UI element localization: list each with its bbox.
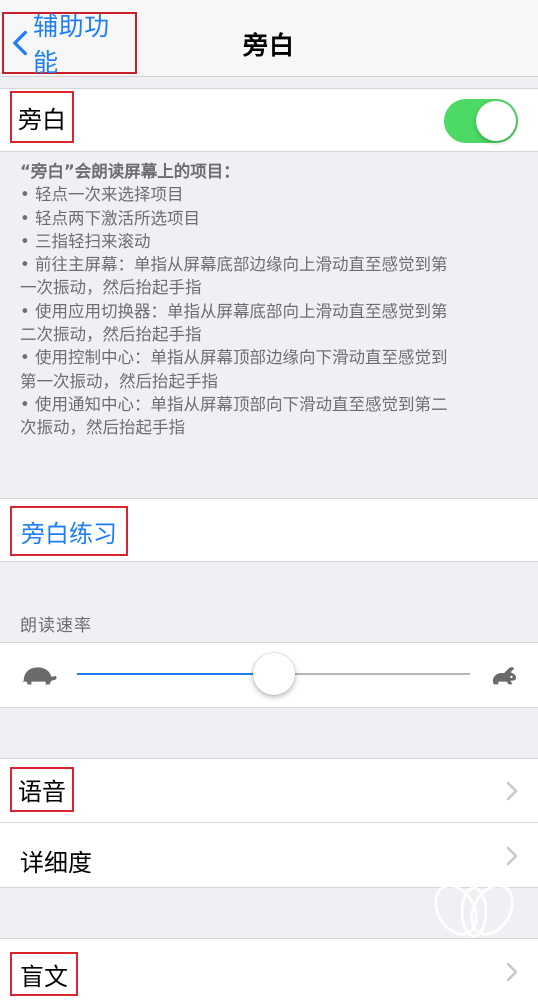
speaking-rate-header: 朗读速率 bbox=[20, 616, 92, 636]
voiceover-practice-row[interactable]: 旁白练习 bbox=[0, 498, 538, 562]
voiceover-row[interactable]: 旁白 bbox=[0, 88, 538, 152]
voiceover-description: “旁白”会朗读屏幕上的项目： • 轻点一次来选择项目 • 轻点两下激活所选项目 … bbox=[20, 160, 525, 440]
navigation-bar: 辅助功能 旁白 bbox=[0, 0, 538, 77]
verbosity-label: 详细度 bbox=[20, 849, 92, 877]
description-line: 第一次振动，然后抬起手指 bbox=[20, 371, 218, 391]
description-line: 次振动，然后抬起手指 bbox=[20, 418, 185, 438]
description-line: • 三指轻扫来滚动 bbox=[20, 231, 151, 251]
speaking-rate-slider-thumb[interactable] bbox=[252, 653, 295, 695]
voiceover-toggle[interactable] bbox=[444, 99, 518, 143]
description-line: 一次振动，然后抬起手指 bbox=[20, 278, 202, 298]
chevron-right-icon bbox=[506, 846, 518, 866]
verbosity-row[interactable]: 详细度 bbox=[0, 822, 538, 888]
description-heading: “旁白”会朗读屏幕上的项目： bbox=[20, 162, 240, 181]
braille-label: 盲文 bbox=[10, 952, 78, 996]
braille-row[interactable]: 盲文 bbox=[0, 938, 538, 1000]
description-line: • 使用应用切换器：单指从屏幕底部向上滑动直至感觉到第 bbox=[20, 301, 448, 321]
chevron-right-icon bbox=[506, 781, 518, 801]
description-line: • 轻点一次来选择项目 bbox=[20, 185, 184, 205]
description-line: 二次振动，然后抬起手指 bbox=[20, 325, 202, 345]
voiceover-label: 旁白 bbox=[10, 91, 74, 143]
description-line: • 使用通知中心：单指从屏幕顶部向下滑动直至感觉到第二 bbox=[20, 394, 448, 414]
turtle-icon bbox=[21, 667, 57, 685]
chevron-right-icon bbox=[506, 962, 518, 982]
speech-row[interactable]: 语音 bbox=[0, 758, 538, 822]
voiceover-practice-button[interactable]: 旁白练习 bbox=[10, 506, 128, 556]
description-line: • 轻点两下激活所选项目 bbox=[20, 208, 200, 228]
rabbit-icon bbox=[492, 667, 517, 685]
description-line: • 使用控制中心：单指从屏幕顶部边缘向下滑动直至感觉到 bbox=[20, 348, 448, 368]
description-line: • 前往主屏幕：单指从屏幕底部边缘向上滑动直至感觉到第 bbox=[20, 255, 448, 275]
toggle-knob bbox=[476, 101, 516, 141]
page-title: 旁白 bbox=[242, 31, 295, 60]
watermark-logo-icon bbox=[434, 884, 514, 938]
speaking-rate-fill bbox=[77, 673, 274, 675]
speech-label: 语音 bbox=[10, 767, 74, 812]
